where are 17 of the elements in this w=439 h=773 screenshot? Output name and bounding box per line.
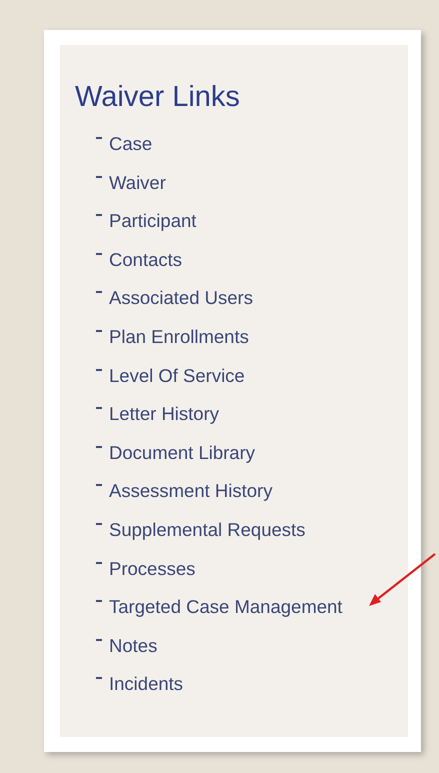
waiver-link[interactable]: Supplemental Requests <box>96 516 306 543</box>
waiver-link[interactable]: Contacts <box>96 246 182 273</box>
annotation-arrow <box>367 553 437 609</box>
waiver-link[interactable]: Assessment History <box>96 477 272 504</box>
waiver-link[interactable]: Associated Users <box>96 284 253 312</box>
waiver-link[interactable]: Processes <box>96 554 196 582</box>
waiver-link[interactable]: Case <box>96 130 152 157</box>
waiver-link[interactable]: Document Library <box>96 438 256 466</box>
waiver-link[interactable]: Incidents <box>96 670 184 698</box>
waiver-link[interactable]: Waiver <box>96 168 166 196</box>
panel-title: Waiver Links <box>75 81 240 114</box>
waiver-link[interactable]: Participant <box>96 207 196 234</box>
waiver-link[interactable]: Level Of Service <box>96 362 245 389</box>
waiver-link[interactable]: Letter History <box>96 400 220 428</box>
waiver-link[interactable]: Notes <box>96 632 158 659</box>
waiver-link[interactable]: Targeted Case Management <box>96 593 342 620</box>
waiver-link[interactable]: Plan Enrollments <box>96 322 249 350</box>
